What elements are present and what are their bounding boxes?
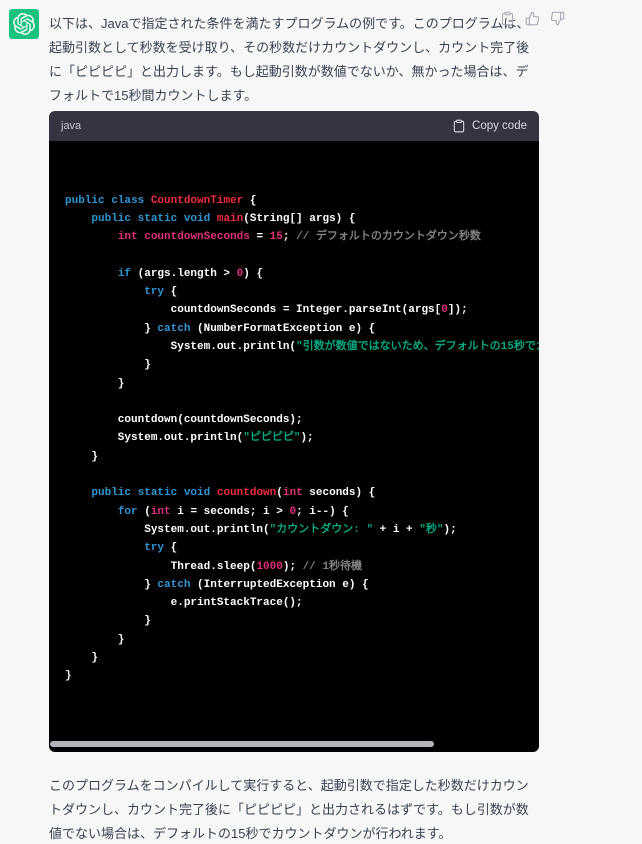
code-line: System.out.println("引数が数値ではないため、デフォルトの15… (65, 338, 539, 356)
code-block-header: java Copy code (49, 111, 539, 141)
code-line: countdown(countdownSeconds); (65, 411, 539, 429)
assistant-outro-text: このプログラムをコンパイルして実行すると、起動引数で指定した秒数だけカウントダウ… (49, 774, 541, 844)
message-actions (499, 10, 565, 26)
code-line: int countdownSeconds = 15; // デフォルトのカウント… (65, 228, 539, 246)
thumbs-up-icon (525, 11, 540, 26)
code-line: e.printStackTrace(); (65, 594, 539, 612)
code-content: public class CountdownTimer { public sta… (65, 192, 539, 686)
code-line: for (int i = seconds; i > 0; i--) { (65, 503, 539, 521)
code-language-label: java (61, 120, 81, 132)
code-line: System.out.println("ピピピピ"); (65, 429, 539, 447)
code-line (65, 393, 539, 411)
code-line: try { (65, 539, 539, 557)
thumbs-down-icon (550, 11, 565, 26)
openai-logo-icon (13, 13, 35, 35)
copy-code-button[interactable]: Copy code (452, 119, 527, 133)
copy-code-label: Copy code (472, 120, 527, 132)
code-line: System.out.println("カウントダウン: " + i + "秒"… (65, 521, 539, 539)
code-line (65, 246, 539, 264)
copy-message-button[interactable] (499, 10, 515, 26)
code-line: } (65, 375, 539, 393)
code-line (65, 466, 539, 484)
code-line: } catch (NumberFormatException e) { (65, 320, 539, 338)
code-line: } (65, 356, 539, 374)
code-line: try { (65, 283, 539, 301)
code-line: countdownSeconds = Integer.parseInt(args… (65, 301, 539, 319)
code-line: } (65, 631, 539, 649)
horizontal-scrollbar-thumb[interactable] (50, 741, 434, 747)
code-line: Thread.sleep(1000); // 1秒待機 (65, 558, 539, 576)
code-scroll-area[interactable]: public class CountdownTimer { public sta… (49, 141, 539, 752)
code-line: } (65, 612, 539, 630)
code-line: } (65, 667, 539, 685)
clipboard-icon (452, 119, 466, 133)
code-line: } (65, 448, 539, 466)
code-line: public class CountdownTimer { (65, 192, 539, 210)
copy-icon (500, 11, 515, 26)
code-line: } catch (InterruptedException e) { (65, 576, 539, 594)
thumbs-down-button[interactable] (549, 10, 565, 26)
assistant-avatar (9, 9, 39, 39)
code-line: public static void main(String[] args) { (65, 210, 539, 228)
code-line: if (args.length > 0) { (65, 265, 539, 283)
assistant-message: 以下は、Javaで指定された条件を満たすプログラムの例です。このプログラムは、起… (0, 0, 642, 844)
assistant-intro-text: 以下は、Javaで指定された条件を満たすプログラムの例です。このプログラムは、起… (49, 12, 541, 108)
code-block: java Copy code public class CountdownTim… (49, 111, 539, 752)
thumbs-up-button[interactable] (524, 10, 540, 26)
code-line: } (65, 649, 539, 667)
code-line: public static void countdown(int seconds… (65, 484, 539, 502)
